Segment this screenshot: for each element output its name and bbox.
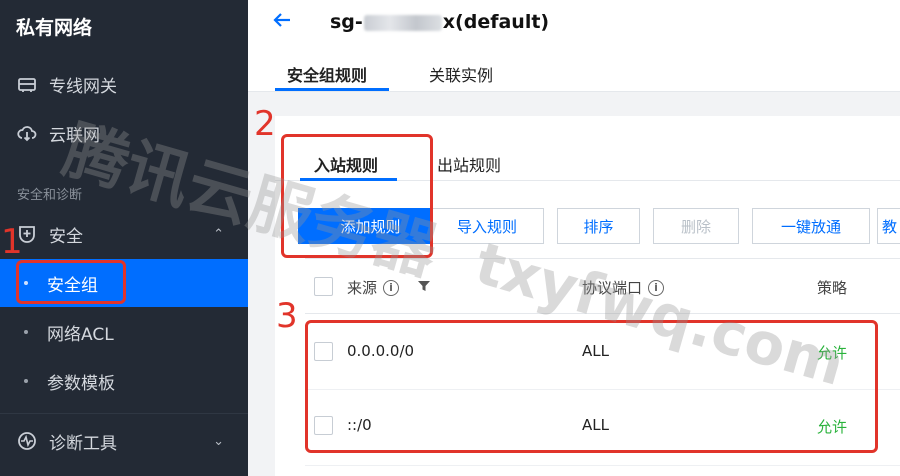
- select-all-checkbox[interactable]: [314, 277, 333, 296]
- page-title-suffix: x(default): [442, 11, 550, 33]
- active-tab-indicator: [275, 88, 389, 91]
- column-header-protocol-port: 协议端口 i: [582, 277, 665, 298]
- sort-button[interactable]: 排序: [557, 208, 640, 244]
- annotation-number-2: 2: [254, 104, 276, 144]
- annotation-number-1: 1: [1, 222, 23, 262]
- import-rules-button[interactable]: 导入规则: [430, 208, 544, 244]
- sidebar-item-gateway[interactable]: 专线网关: [0, 60, 248, 108]
- page-title-prefix: sg-: [330, 11, 363, 33]
- sidebar-item-security[interactable]: 安全 ⌃: [0, 210, 248, 258]
- table-header: 来源 i 协议端口 i 策略: [305, 258, 900, 314]
- bullet-dot-icon: [24, 379, 28, 383]
- sidebar-item-network-acl[interactable]: 网络ACL: [0, 308, 248, 356]
- sidebar-title: 私有网络: [16, 17, 93, 39]
- sidebar-item-param-template[interactable]: 参数模板: [0, 357, 248, 405]
- page-title: sg-x(default): [330, 11, 549, 33]
- info-icon[interactable]: i: [383, 279, 400, 296]
- annotation-box-1: [16, 260, 126, 304]
- filter-icon[interactable]: [417, 279, 431, 297]
- sidebar-section-label: 安全和诊断: [17, 188, 83, 203]
- tab-associated-instances[interactable]: 关联实例: [429, 62, 493, 86]
- sidebar-item-label: 参数模板: [47, 373, 115, 394]
- annotation-number-3: 3: [276, 296, 298, 336]
- info-icon[interactable]: i: [648, 279, 665, 296]
- sidebar-item-label: 网络ACL: [47, 324, 114, 345]
- sidebar-item-label: 安全: [49, 226, 83, 247]
- sidebar-item-ccn[interactable]: 云联网: [0, 109, 248, 157]
- sidebar: 私有网络 专线网关 云联网 安全和诊断 安全 ⌃ 安全组 网络ACL 参数模板: [0, 0, 248, 476]
- chevron-down-icon: ⌄: [213, 433, 224, 449]
- delete-button[interactable]: 删除: [653, 208, 739, 244]
- sidebar-item-label: 专线网关: [49, 76, 117, 97]
- sidebar-item-label: 云联网: [49, 125, 100, 146]
- tab-security-group-rules[interactable]: 安全组规则: [287, 62, 367, 86]
- column-header-label: 策略: [817, 279, 848, 297]
- column-header-policy: 策略: [817, 277, 847, 298]
- column-header-label: 来源: [347, 279, 378, 297]
- bullet-dot-icon: [24, 330, 28, 334]
- cloud-network-icon: [17, 123, 37, 143]
- chevron-up-icon: ⌃: [213, 226, 224, 242]
- back-arrow-icon[interactable]: [272, 10, 292, 35]
- column-header-source: 来源 i: [347, 277, 431, 298]
- annotation-box-3: [305, 320, 878, 453]
- tutorial-button[interactable]: 教: [877, 208, 900, 244]
- column-header-label: 协议端口: [582, 279, 643, 297]
- one-click-allow-button[interactable]: 一键放通: [752, 208, 870, 244]
- annotation-box-2: [281, 134, 433, 258]
- sidebar-item-diagnostic[interactable]: 诊断工具 ⌄: [0, 417, 248, 465]
- gateway-icon: [17, 74, 37, 94]
- tab-outbound-rules[interactable]: 出站规则: [437, 152, 501, 176]
- sidebar-divider: [0, 413, 248, 414]
- diagnostic-icon: [17, 431, 37, 451]
- sidebar-item-label: 诊断工具: [49, 433, 117, 454]
- redacted-id: [363, 14, 442, 31]
